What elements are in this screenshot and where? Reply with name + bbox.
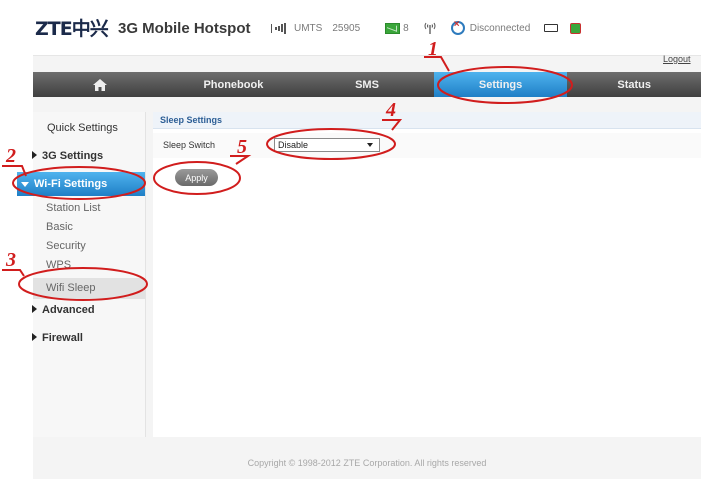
expand-arrow-icon — [32, 151, 37, 159]
battery-icon — [544, 24, 559, 32]
sms-count: 8 — [403, 22, 409, 34]
collapse-arrow-icon — [21, 181, 29, 187]
nav-settings[interactable]: Settings — [433, 72, 568, 97]
sidebar-item-wps[interactable]: WPS — [46, 259, 71, 271]
page: ZTE中兴 3G Mobile Hotspot UMTS 25905 8 Dis… — [17, 0, 701, 479]
annotation-number-1: 1 — [428, 38, 438, 60]
annotation-number-3: 3 — [6, 249, 16, 271]
annotation-number-4: 4 — [386, 99, 396, 121]
logout-link[interactable]: Logout — [663, 54, 691, 64]
zte-logo: ZTE中兴 — [35, 18, 109, 40]
app-title: 3G Mobile Hotspot — [118, 20, 251, 37]
expand-arrow-icon — [32, 305, 37, 313]
sms-indicator[interactable]: 8 — [385, 22, 409, 34]
sidebar: Quick Settings 3G Settings Wi-Fi Setting… — [17, 112, 146, 437]
connection-status[interactable]: Disconnected — [450, 19, 531, 35]
annotation-number-2: 2 — [6, 145, 16, 167]
mail-icon — [385, 22, 401, 34]
nav-status[interactable]: Status — [567, 72, 701, 97]
status-bar: UMTS 25905 8 Disconnected — [271, 18, 582, 38]
sidebar-advanced[interactable]: Advanced — [32, 304, 95, 316]
sleep-switch-label: Sleep Switch — [163, 140, 216, 150]
sidebar-item-station-list[interactable]: Station List — [46, 202, 100, 214]
sleep-switch-row: Sleep Switch Disable — [153, 133, 701, 158]
sidebar-quick-settings[interactable]: Quick Settings — [47, 122, 118, 134]
connection-text: Disconnected — [469, 22, 531, 34]
sidebar-firewall[interactable]: Firewall — [32, 332, 83, 344]
antenna-icon — [423, 22, 437, 34]
sidebar-3g-label: 3G Settings — [42, 150, 104, 162]
panel-title: Sleep Settings — [153, 112, 701, 129]
sleep-switch-select[interactable]: Disable — [274, 138, 380, 152]
expand-arrow-icon — [32, 333, 37, 341]
nav-sms[interactable]: SMS — [300, 72, 434, 97]
sidebar-wifi-settings[interactable]: Wi-Fi Settings — [17, 172, 145, 196]
sidebar-item-basic[interactable]: Basic — [46, 221, 73, 233]
sidebar-item-security[interactable]: Security — [46, 240, 86, 252]
footer-copyright: Copyright © 1998-2012 ZTE Corporation. A… — [247, 458, 487, 468]
nav-home[interactable] — [33, 72, 167, 97]
signal-icon — [271, 22, 286, 34]
sidebar-item-wifi-sleep[interactable]: Wifi Sleep — [46, 282, 96, 294]
content-panel: Sleep Settings Sleep Switch Disable Appl… — [153, 112, 701, 437]
main-nav: Phonebook SMS Settings Status — [33, 72, 701, 97]
disconnected-icon — [450, 19, 465, 35]
message-icon — [570, 22, 582, 34]
operator-code: 25905 — [332, 22, 361, 34]
header: ZTE中兴 3G Mobile Hotspot UMTS 25905 8 Dis… — [33, 0, 701, 56]
network-type: UMTS — [294, 22, 323, 34]
sidebar-firewall-label: Firewall — [42, 332, 83, 344]
sleep-switch-value: Disable — [278, 140, 309, 150]
nav-phonebook[interactable]: Phonebook — [167, 72, 301, 97]
sidebar-wifi-label: Wi-Fi Settings — [34, 178, 108, 190]
apply-button[interactable]: Apply — [175, 169, 218, 186]
annotation-number-5: 5 — [237, 136, 247, 158]
dropdown-arrow-icon — [367, 143, 373, 147]
sidebar-3g-settings[interactable]: 3G Settings — [32, 150, 103, 162]
sidebar-advanced-label: Advanced — [42, 304, 95, 316]
home-icon — [92, 78, 107, 91]
